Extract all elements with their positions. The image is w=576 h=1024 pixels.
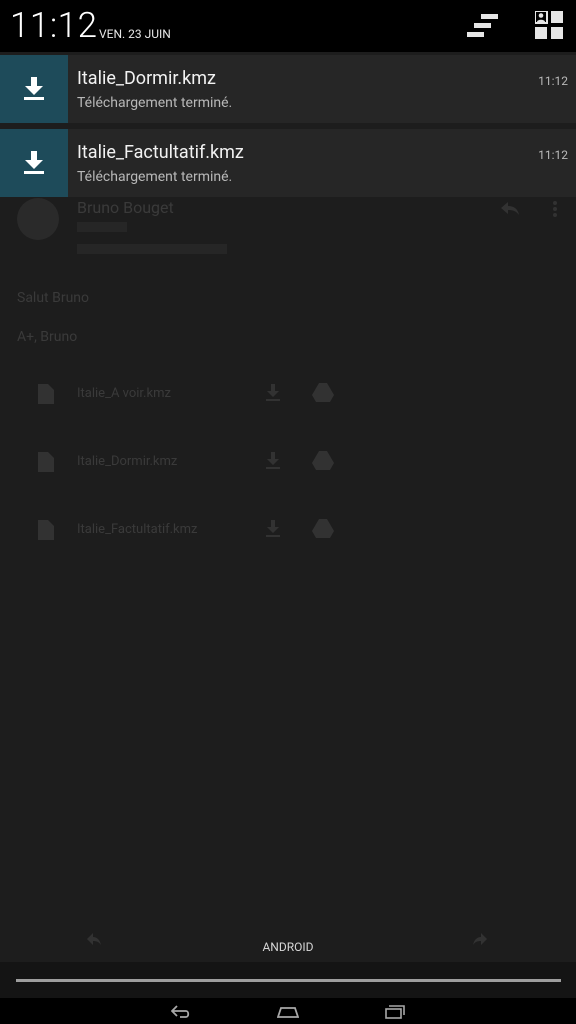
shade-handle[interactable] bbox=[16, 979, 561, 982]
notification-icon-box bbox=[0, 55, 68, 123]
navigation-bar bbox=[0, 998, 576, 1024]
message-line: Salut Bruno bbox=[17, 290, 90, 306]
date: VEN. 23 JUIN bbox=[99, 27, 171, 41]
notification-item[interactable]: Italie_Dormir.kmz Téléchargement terminé… bbox=[0, 55, 576, 123]
notification-item[interactable]: Italie_Factultatif.kmz Téléchargement te… bbox=[0, 129, 576, 197]
file-icon bbox=[38, 520, 54, 540]
sender-detail-line bbox=[77, 244, 227, 254]
download-icon bbox=[266, 452, 280, 469]
file-icon bbox=[38, 384, 54, 404]
download-icon bbox=[266, 384, 280, 401]
reply-icon bbox=[500, 200, 520, 220]
recents-icon[interactable] bbox=[385, 1004, 405, 1019]
attachment-name: Italie_Dormir.kmz bbox=[77, 454, 178, 469]
notification-shade-header: 11:12 VEN. 23 JUIN bbox=[0, 0, 576, 52]
message-line: A+, Bruno bbox=[17, 329, 78, 345]
notification-text: Téléchargement terminé. bbox=[77, 169, 233, 185]
notification-text: Téléchargement terminé. bbox=[77, 95, 233, 111]
clock: 11:12 bbox=[10, 5, 98, 46]
quick-settings-icon[interactable] bbox=[534, 10, 563, 39]
sender-detail-line bbox=[77, 222, 127, 232]
download-icon bbox=[24, 77, 44, 100]
sender-avatar bbox=[17, 198, 59, 240]
back-icon[interactable] bbox=[170, 1004, 191, 1018]
notification-time: 11:12 bbox=[538, 74, 568, 88]
attachment-row: Italie_A voir.kmz bbox=[0, 380, 576, 408]
download-icon bbox=[266, 520, 280, 537]
overflow-menu-icon bbox=[552, 200, 558, 222]
file-icon bbox=[38, 452, 54, 472]
attachment-row: Italie_Dormir.kmz bbox=[0, 448, 576, 476]
attachment-name: Italie_Factultatif.kmz bbox=[77, 522, 198, 537]
notification-icon-box bbox=[0, 129, 68, 197]
notification-title: Italie_Dormir.kmz bbox=[77, 68, 216, 89]
download-icon bbox=[24, 151, 44, 174]
drive-icon bbox=[312, 451, 334, 470]
attachment-name: Italie_A voir.kmz bbox=[77, 386, 171, 401]
drive-icon bbox=[312, 519, 334, 538]
notification-time: 11:12 bbox=[538, 148, 568, 162]
attachment-row: Italie_Factultatif.kmz bbox=[0, 516, 576, 544]
notification-title: Italie_Factultatif.kmz bbox=[77, 142, 244, 163]
clear-all-icon[interactable] bbox=[467, 13, 499, 39]
sender-name: Bruno Bouget bbox=[77, 198, 174, 217]
drive-icon bbox=[312, 383, 334, 402]
carrier-label: ANDROID bbox=[262, 940, 314, 954]
home-icon[interactable] bbox=[276, 1004, 300, 1018]
